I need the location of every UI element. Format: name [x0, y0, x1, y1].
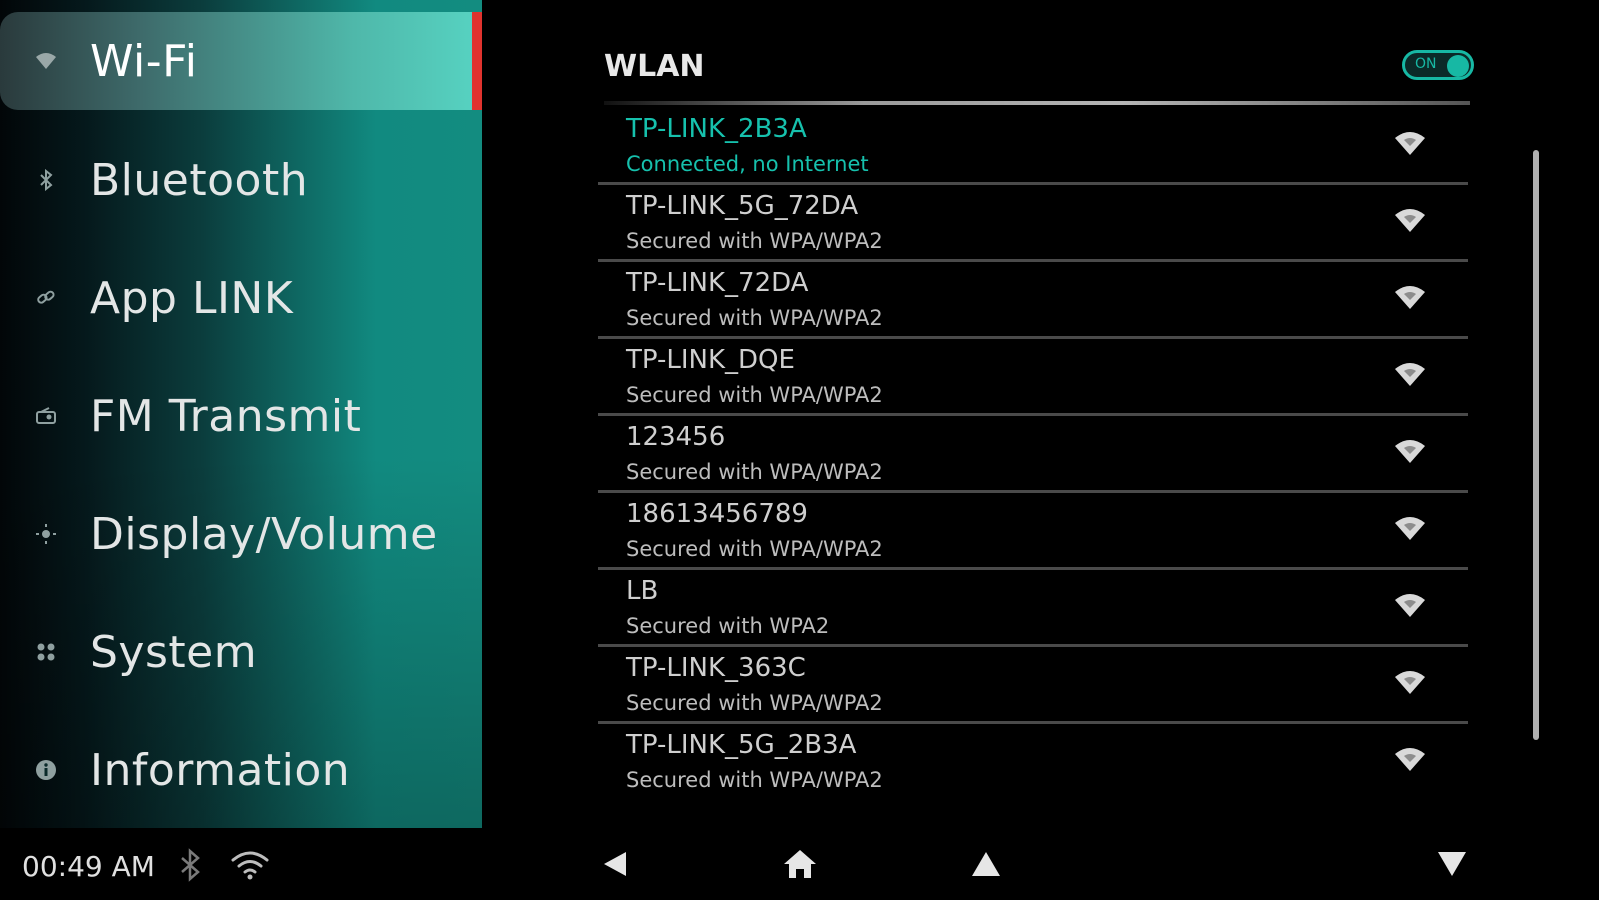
- home-icon[interactable]: [778, 842, 822, 886]
- network-status: Secured with WPA2: [626, 614, 830, 638]
- list-scrollbar[interactable]: [1533, 150, 1539, 740]
- network-row[interactable]: TP-LINK_DQE Secured with WPA/WPA2: [598, 339, 1468, 416]
- network-ssid: TP-LINK_72DA: [626, 268, 809, 298]
- back-icon[interactable]: [592, 842, 636, 886]
- network-row[interactable]: 18613456789 Secured with WPA/WPA2: [598, 493, 1468, 570]
- network-status: Secured with WPA/WPA2: [626, 691, 883, 715]
- wifi-icon: [231, 851, 269, 880]
- network-ssid: 18613456789: [626, 499, 808, 529]
- network-status: Secured with WPA/WPA2: [626, 460, 883, 484]
- network-status: Secured with WPA/WPA2: [626, 306, 883, 330]
- sidebar-item-wifi[interactable]: Wi-Fi: [0, 12, 482, 110]
- header-divider: [604, 101, 1470, 105]
- sidebar-item-app-link[interactable]: App LINK: [0, 248, 482, 348]
- brightness-icon: [34, 522, 58, 546]
- network-row[interactable]: TP-LINK_2B3A Connected, no Internet: [598, 108, 1468, 185]
- network-ssid: 123456: [626, 422, 726, 452]
- info-icon: [34, 758, 58, 782]
- radio-icon: [34, 404, 58, 428]
- wifi-signal-icon: [1395, 517, 1425, 540]
- link-icon: [34, 286, 58, 310]
- up-icon[interactable]: [964, 842, 1008, 886]
- wifi-signal-icon: [1395, 440, 1425, 463]
- wifi-signal-icon: [1395, 671, 1425, 694]
- network-list[interactable]: TP-LINK_2B3A Connected, no Internet TP-L…: [598, 108, 1468, 788]
- network-ssid: LB: [626, 576, 659, 606]
- wifi-signal-icon: [1395, 286, 1425, 309]
- bottom-bar: 00:49 AM: [0, 828, 1599, 900]
- sidebar-item-label: App LINK: [90, 272, 294, 324]
- network-ssid: TP-LINK_5G_72DA: [626, 191, 859, 221]
- network-status: Secured with WPA/WPA2: [626, 537, 883, 561]
- network-ssid: TP-LINK_5G_2B3A: [626, 730, 857, 760]
- network-ssid: TP-LINK_363C: [626, 653, 806, 683]
- network-row[interactable]: TP-LINK_5G_2B3A Secured with WPA/WPA2: [598, 724, 1468, 788]
- wifi-icon: [34, 49, 58, 73]
- network-row[interactable]: TP-LINK_72DA Secured with WPA/WPA2: [598, 262, 1468, 339]
- wifi-signal-icon: [1395, 748, 1425, 771]
- wifi-settings-screen: Wi-Fi Bluetooth App LINK FM Transmit Dis: [0, 0, 1599, 900]
- wifi-signal-icon: [1395, 132, 1425, 155]
- sidebar-item-fm-transmit[interactable]: FM Transmit: [0, 366, 482, 466]
- system-icon: [34, 640, 58, 664]
- wlan-toggle[interactable]: ON: [1402, 50, 1474, 80]
- settings-sidebar: Wi-Fi Bluetooth App LINK FM Transmit Dis: [0, 0, 482, 828]
- wifi-signal-icon: [1395, 594, 1425, 617]
- network-row[interactable]: 123456 Secured with WPA/WPA2: [598, 416, 1468, 493]
- sidebar-item-label: System: [90, 626, 258, 678]
- down-icon[interactable]: [1430, 842, 1474, 886]
- wifi-signal-icon: [1395, 209, 1425, 232]
- wifi-signal-icon: [1395, 363, 1425, 386]
- toggle-knob: [1447, 55, 1469, 77]
- sidebar-item-label: Wi-Fi: [90, 35, 198, 87]
- sidebar-item-label: Display/Volume: [90, 508, 438, 560]
- sidebar-item-information[interactable]: Information: [0, 720, 482, 820]
- sidebar-item-label: Information: [90, 744, 351, 796]
- bluetooth-icon: [181, 848, 200, 882]
- sidebar-item-system[interactable]: System: [0, 602, 482, 702]
- sidebar-item-display-volume[interactable]: Display/Volume: [0, 484, 482, 584]
- network-status: Connected, no Internet: [626, 152, 869, 176]
- network-status: Secured with WPA/WPA2: [626, 383, 883, 407]
- network-ssid: TP-LINK_2B3A: [626, 114, 807, 144]
- network-ssid: TP-LINK_DQE: [626, 345, 795, 375]
- wlan-header: WLAN ON: [604, 40, 1474, 92]
- network-row[interactable]: LB Secured with WPA2: [598, 570, 1468, 647]
- bluetooth-icon: [34, 168, 58, 192]
- network-status: Secured with WPA/WPA2: [626, 229, 883, 253]
- clock: 00:49 AM: [22, 850, 155, 883]
- network-row[interactable]: TP-LINK_363C Secured with WPA/WPA2: [598, 647, 1468, 724]
- wlan-title: WLAN: [604, 48, 705, 84]
- toggle-label: ON: [1415, 56, 1437, 72]
- network-status: Secured with WPA/WPA2: [626, 768, 883, 788]
- network-row[interactable]: TP-LINK_5G_72DA Secured with WPA/WPA2: [598, 185, 1468, 262]
- sidebar-item-label: FM Transmit: [90, 390, 362, 442]
- sidebar-item-label: Bluetooth: [90, 154, 309, 206]
- sidebar-item-bluetooth[interactable]: Bluetooth: [0, 130, 482, 230]
